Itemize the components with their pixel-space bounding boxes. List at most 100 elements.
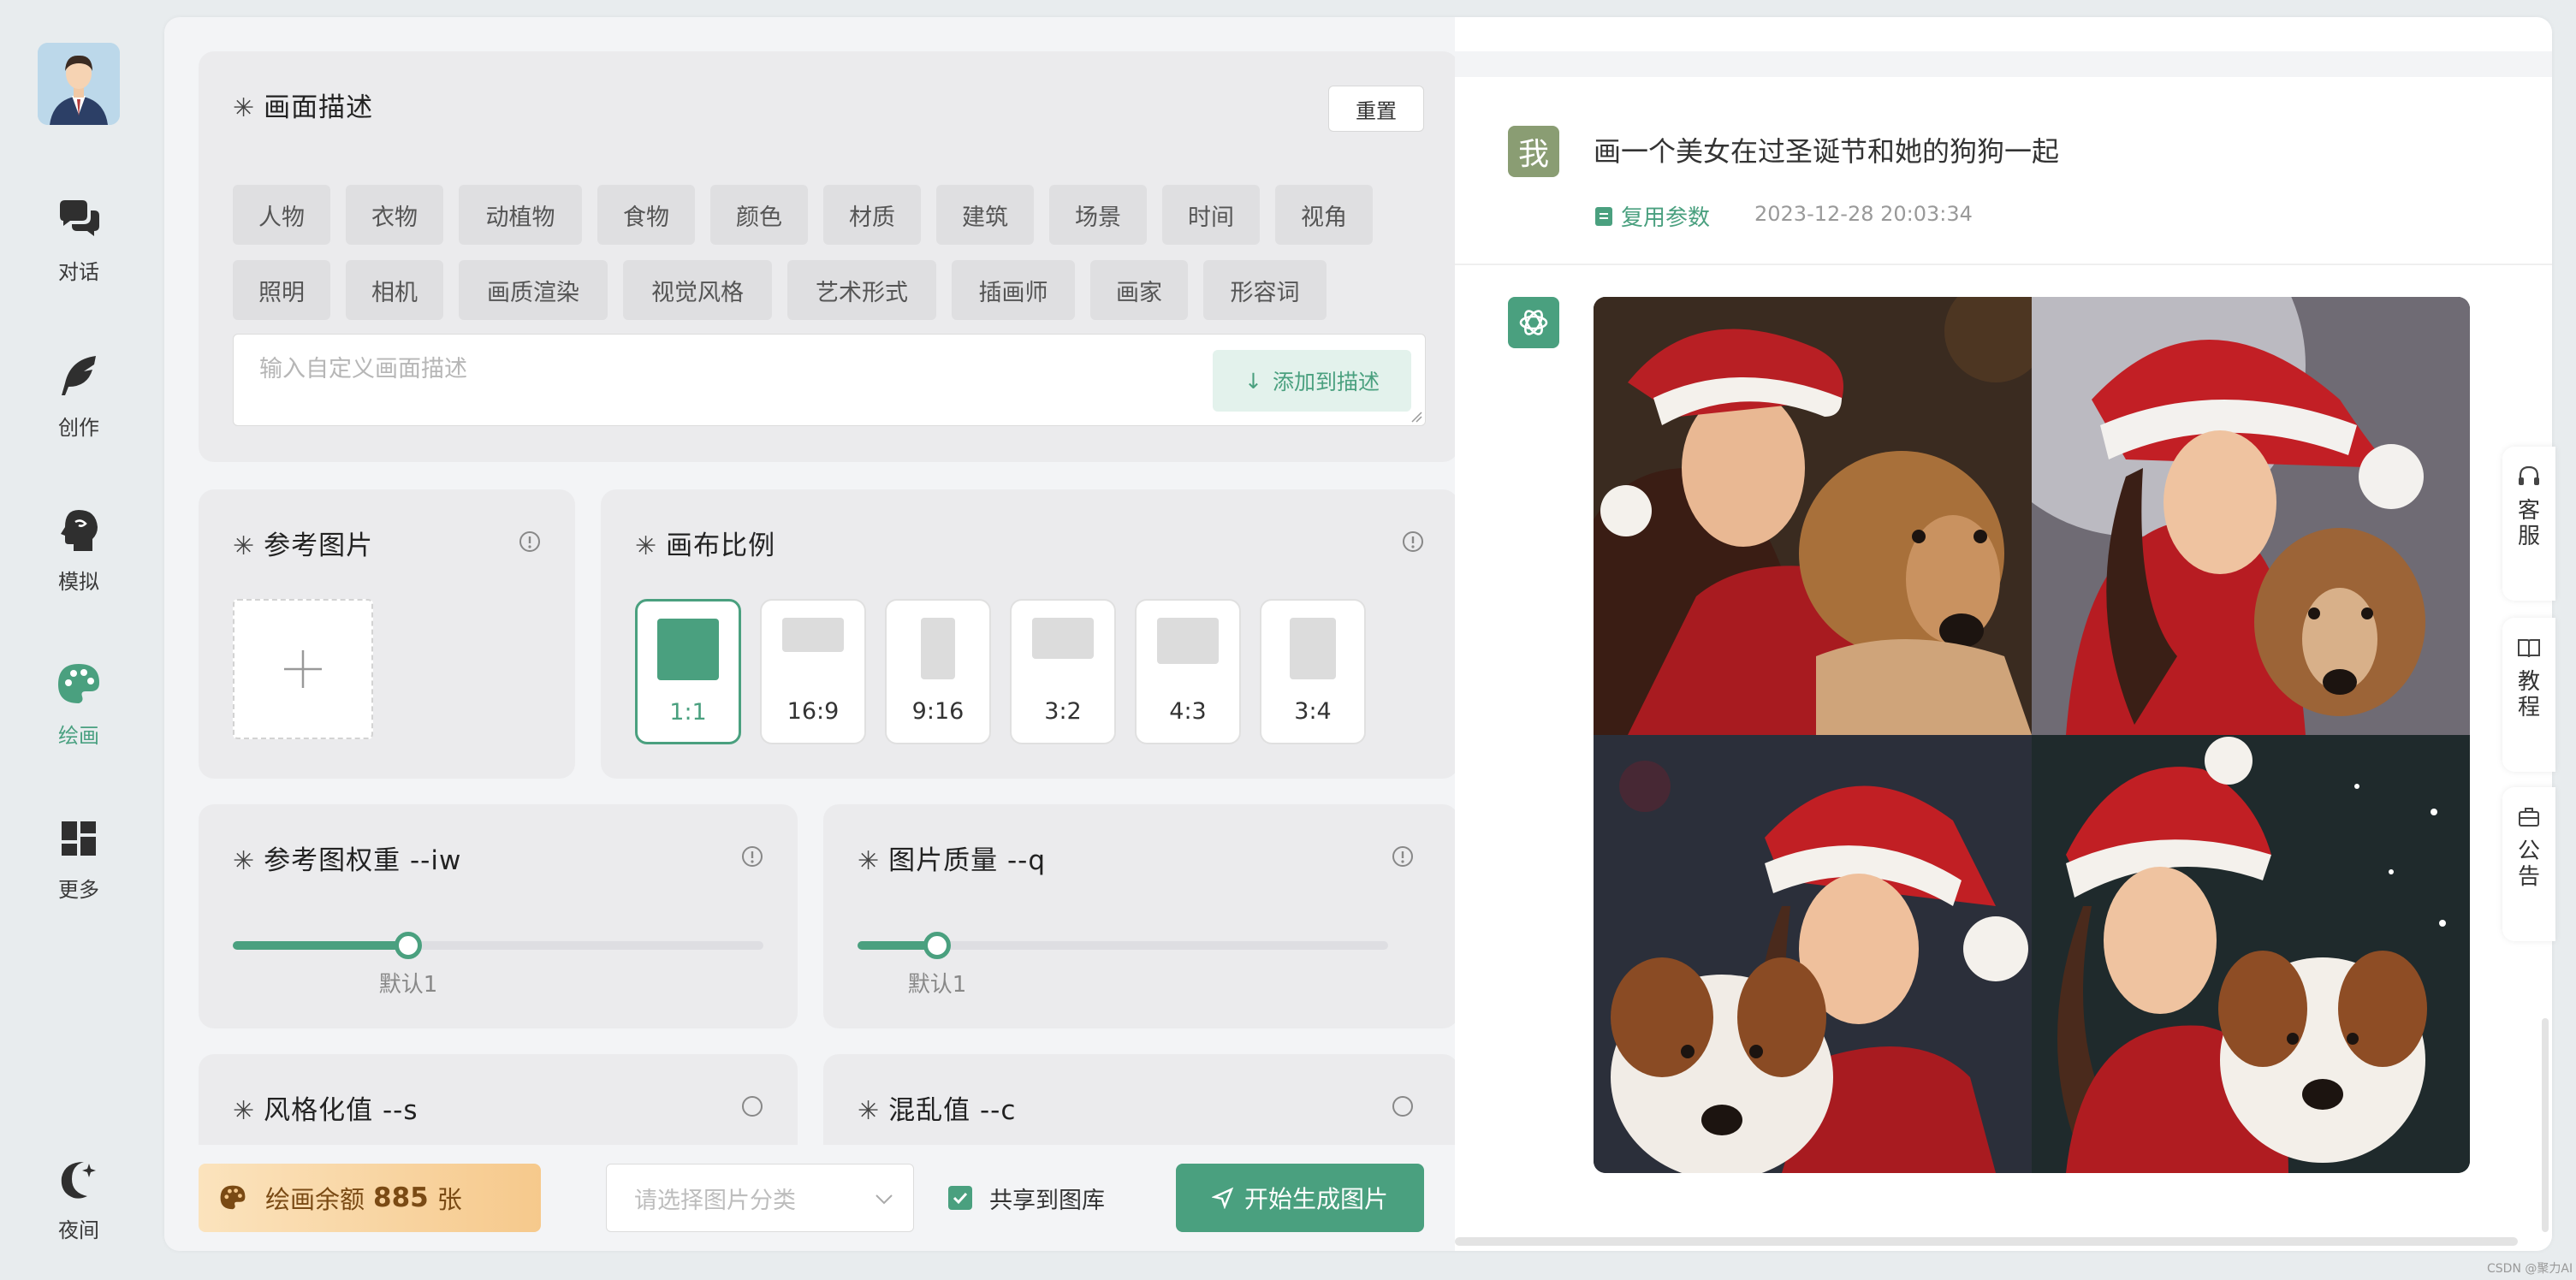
- ratio-shape: [1032, 618, 1094, 659]
- slider-fill: [233, 941, 408, 950]
- feather-icon: [62, 356, 96, 395]
- asterisk-icon: ✳: [233, 1096, 256, 1126]
- ratio-option-9-16[interactable]: 9:16: [885, 599, 991, 744]
- send-icon: [1211, 1187, 1234, 1209]
- openai-logo-icon: [1519, 310, 1548, 335]
- tag-chip[interactable]: 人物: [233, 185, 330, 245]
- nav-item-chat[interactable]: 对话: [0, 195, 157, 298]
- description-panel: ✳ 画面描述 重置 人物 衣物 动植物 食物 颜色 材质 建筑 场景 时间 视角 …: [199, 51, 1455, 462]
- chat-pane: 我 画一个美女在过圣诞节和她的狗狗一起 复用参数 2023-12-28 20:0…: [1455, 17, 2552, 1251]
- nav-label-more: 更多: [58, 878, 99, 902]
- ratio-option-1-1[interactable]: 1:1: [635, 599, 741, 744]
- side-tab-tutorial[interactable]: 教程: [2502, 618, 2555, 772]
- vertical-scrollbar[interactable]: [2542, 1018, 2549, 1232]
- side-navigation: 对话 创作 模拟 绘画 更多 夜间: [0, 0, 164, 1280]
- description-title: ✳ 画面描述: [233, 92, 374, 123]
- tag-chip[interactable]: 画质渲染: [459, 260, 608, 320]
- tag-chip[interactable]: 视角: [1275, 185, 1373, 245]
- generated-image[interactable]: [2032, 297, 2470, 735]
- nav-item-more[interactable]: 更多: [0, 813, 157, 916]
- drawing-balance: 绘画余额 885 张: [199, 1164, 541, 1232]
- ratio-shape: [921, 618, 955, 679]
- night-mode-toggle[interactable]: 夜间: [0, 1153, 157, 1256]
- slider-thumb[interactable]: [395, 932, 422, 959]
- slider-thumb[interactable]: [923, 932, 951, 959]
- tag-chip[interactable]: 场景: [1049, 185, 1147, 245]
- info-icon[interactable]: [1402, 530, 1424, 553]
- headset-icon: [2519, 465, 2539, 485]
- description-input[interactable]: 输入自定义画面描述 ↓ 添加到描述: [233, 334, 1426, 426]
- palette-icon: [58, 664, 99, 703]
- tag-chip[interactable]: 艺术形式: [787, 260, 936, 320]
- reference-title: ✳ 参考图片: [233, 530, 374, 561]
- bottom-action-bar: 绘画余额 885 张 请选择图片分类 共享到图库 开始生成图片: [164, 1145, 1455, 1251]
- info-icon[interactable]: [1392, 1095, 1414, 1117]
- add-to-description-button[interactable]: ↓ 添加到描述: [1213, 350, 1411, 412]
- asterisk-icon: ✳: [858, 846, 881, 876]
- tag-chip[interactable]: 形容词: [1203, 260, 1327, 320]
- message-timestamp: 2023-12-28 20:03:34: [1754, 202, 1973, 226]
- quality-slider[interactable]: [858, 932, 1388, 959]
- share-to-gallery-checkbox[interactable]: 共享到图库: [948, 1164, 1105, 1232]
- side-tab-notice[interactable]: 公告: [2502, 787, 2555, 941]
- info-icon[interactable]: [741, 845, 763, 868]
- tag-chip[interactable]: 建筑: [936, 185, 1034, 245]
- tag-chip[interactable]: 画家: [1090, 260, 1188, 320]
- canvas-ratio-title: ✳ 画布比例: [635, 530, 776, 561]
- nav-label-create: 创作: [58, 416, 99, 440]
- balance-count: 885: [373, 1182, 429, 1213]
- settings-pane: ✳ 画面描述 重置 人物 衣物 动植物 食物 颜色 材质 建筑 场景 时间 视角 …: [164, 17, 1455, 1251]
- ratio-shape: [1290, 618, 1336, 679]
- upload-image-button[interactable]: [233, 599, 373, 739]
- tag-chip[interactable]: 视觉风格: [623, 260, 772, 320]
- tag-chip[interactable]: 照明: [233, 260, 330, 320]
- watermark: CSDN @聚力AI: [2487, 1262, 2573, 1276]
- asterisk-icon: ✳: [233, 846, 256, 876]
- ratio-option-4-3[interactable]: 4:3: [1135, 599, 1241, 744]
- generated-image[interactable]: [1594, 297, 2032, 735]
- book-icon: [2518, 639, 2540, 658]
- resize-grip-icon[interactable]: [1410, 411, 1422, 423]
- tag-chip[interactable]: 食物: [597, 185, 695, 245]
- moon-icon: [61, 1162, 96, 1199]
- avatar[interactable]: [38, 43, 120, 125]
- category-select[interactable]: 请选择图片分类: [606, 1164, 914, 1232]
- iw-slider[interactable]: [233, 932, 763, 959]
- generated-image-grid: [1594, 297, 2470, 1173]
- user-avatar: 我: [1508, 126, 1559, 177]
- arrow-down-icon: ↓: [1244, 368, 1262, 394]
- ratio-option-16-9[interactable]: 16:9: [760, 599, 866, 744]
- tag-chip[interactable]: 时间: [1162, 185, 1260, 245]
- info-icon[interactable]: [741, 1095, 763, 1117]
- tag-chip[interactable]: 材质: [823, 185, 921, 245]
- tag-chip[interactable]: 衣物: [346, 185, 443, 245]
- divider: [1455, 264, 2552, 265]
- generated-image[interactable]: [2032, 735, 2470, 1173]
- tag-chip[interactable]: 插画师: [952, 260, 1075, 320]
- nav-label-simulate: 模拟: [58, 570, 99, 594]
- info-icon[interactable]: [1392, 845, 1414, 868]
- ratio-option-3-4[interactable]: 3:4: [1260, 599, 1366, 744]
- generate-image-button[interactable]: 开始生成图片: [1176, 1164, 1424, 1232]
- generated-image[interactable]: [1594, 735, 2032, 1173]
- reset-button[interactable]: 重置: [1328, 86, 1424, 132]
- iw-panel: ✳ 参考图权重 --iw 默认1: [199, 804, 798, 1028]
- user-prompt-message: 画一个美女在过圣诞节和她的狗狗一起: [1594, 135, 2060, 168]
- nav-item-simulate[interactable]: 模拟: [0, 505, 157, 607]
- asterisk-icon: ✳: [233, 93, 256, 123]
- nav-item-paint[interactable]: 绘画: [0, 659, 157, 761]
- info-icon[interactable]: [519, 530, 541, 553]
- checkbox-checked-icon[interactable]: [948, 1186, 972, 1210]
- reuse-params-button[interactable]: 复用参数: [1594, 200, 1710, 232]
- horizontal-scrollbar[interactable]: [1455, 1237, 2518, 1246]
- side-tab-support[interactable]: 客服: [2502, 447, 2555, 601]
- nav-label-paint: 绘画: [58, 724, 99, 748]
- ratio-shape: [657, 619, 719, 680]
- tag-chip[interactable]: 颜色: [710, 185, 808, 245]
- tag-chip[interactable]: 动植物: [459, 185, 582, 245]
- nav-item-create[interactable]: 创作: [0, 351, 157, 453]
- ratio-option-3-2[interactable]: 3:2: [1010, 599, 1116, 744]
- canvas-ratio-panel: ✳ 画布比例 1:1 16:9 9:16 3:2 4:3 3:4: [601, 489, 1455, 779]
- tag-chip[interactable]: 相机: [346, 260, 443, 320]
- main-card: ✳ 画面描述 重置 人物 衣物 动植物 食物 颜色 材质 建筑 场景 时间 视角 …: [164, 17, 2552, 1251]
